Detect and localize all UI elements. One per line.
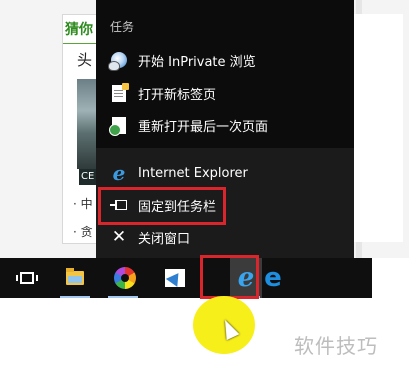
new-tab-icon bbox=[108, 82, 130, 104]
tasks-section-title: 任务 bbox=[110, 20, 135, 34]
file-explorer-icon bbox=[66, 268, 84, 285]
edge-taskbar-button[interactable]: e bbox=[254, 258, 292, 298]
menu-item-label: 重新打开最后一次页面 bbox=[138, 119, 269, 135]
inprivate-menu-item[interactable]: 开始 InPrivate 浏览 bbox=[96, 45, 354, 75]
close-window-menu-item[interactable]: ✕ 关闭窗口 bbox=[96, 222, 354, 252]
reopen-icon bbox=[108, 114, 130, 136]
side-panel bbox=[352, 14, 403, 242]
news-headline[interactable]: 头 bbox=[77, 49, 92, 70]
running-indicator bbox=[108, 296, 138, 298]
new-tab-menu-item[interactable]: 打开新标签页 bbox=[96, 78, 354, 108]
menu-item-label: 开始 InPrivate 浏览 bbox=[138, 54, 256, 70]
task-view-icon bbox=[16, 272, 38, 284]
reopen-last-session-menu-item[interactable]: 重新打开最后一次页面 bbox=[96, 110, 354, 140]
internet-explorer-icon: e bbox=[112, 161, 126, 185]
photos-button[interactable] bbox=[106, 258, 144, 298]
menu-item-label: 关闭窗口 bbox=[138, 231, 191, 247]
news-tab[interactable]: 猜你 bbox=[65, 19, 93, 39]
file-explorer-button[interactable] bbox=[56, 258, 94, 298]
menu-item-label: Internet Explorer bbox=[138, 165, 248, 181]
menu-item-label: 打开新标签页 bbox=[138, 87, 217, 103]
edge-icon: e bbox=[264, 263, 282, 293]
task-view-button[interactable] bbox=[8, 258, 46, 298]
close-icon: ✕ bbox=[111, 226, 127, 247]
inprivate-icon bbox=[108, 49, 130, 71]
internet-explorer-menu-item[interactable]: e Internet Explorer bbox=[96, 158, 354, 188]
running-indicator bbox=[60, 296, 90, 298]
ie-taskbar-highlight-box bbox=[200, 255, 259, 299]
pin-highlight-box bbox=[98, 187, 226, 225]
feedback-icon bbox=[165, 269, 185, 287]
news-bullet[interactable]: · 贪 bbox=[73, 223, 93, 240]
photos-icon bbox=[114, 267, 136, 289]
news-bullet[interactable]: · 中 bbox=[73, 195, 93, 212]
watermark: 软件技巧 bbox=[294, 334, 378, 358]
feedback-button[interactable] bbox=[156, 258, 194, 298]
